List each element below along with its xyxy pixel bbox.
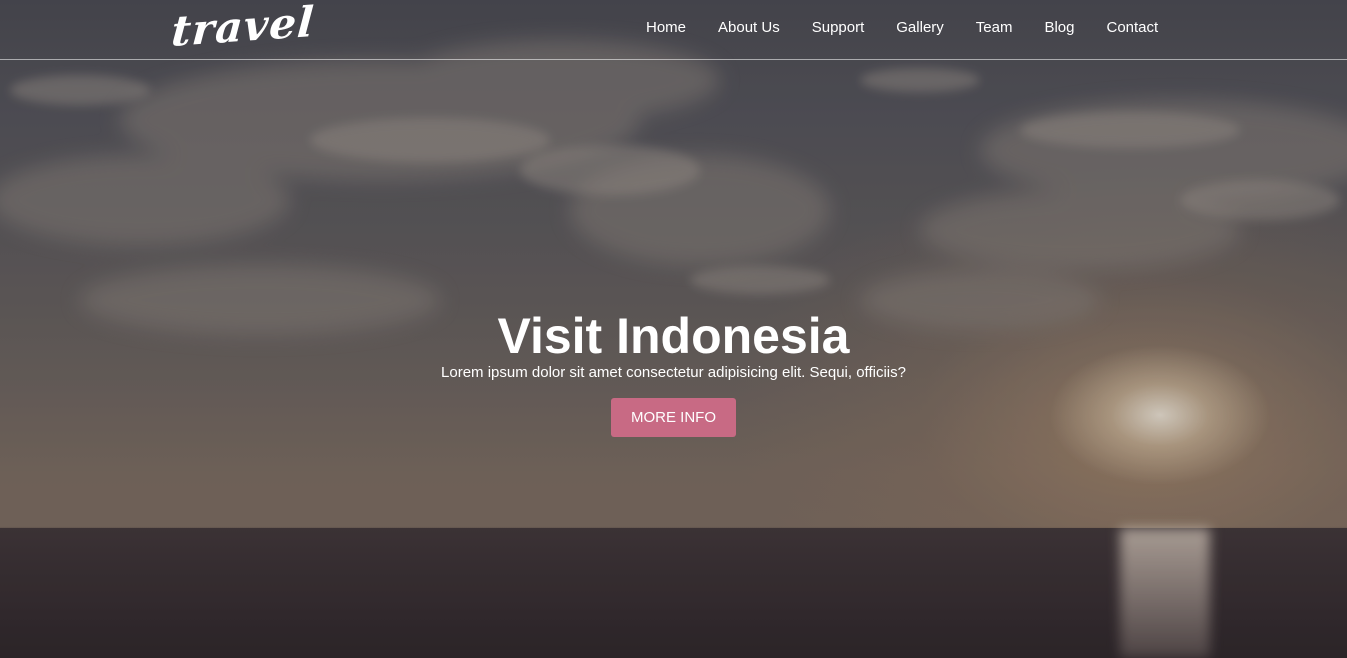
nav-link-about-us[interactable]: About Us [702, 18, 796, 38]
hero-subtitle: Lorem ipsum dolor sit amet consectetur a… [441, 364, 906, 381]
hero-section: travel Home About Us Support Gallery Tea… [0, 0, 1347, 658]
brand-logo[interactable]: travel [170, 0, 316, 57]
more-info-button[interactable]: MORE INFO [611, 398, 736, 437]
nav-link-team[interactable]: Team [960, 18, 1029, 38]
hero-content: Visit Indonesia Lorem ipsum dolor sit am… [0, 306, 1347, 437]
nav-link-support[interactable]: Support [796, 18, 881, 38]
nav-link-contact[interactable]: Contact [1091, 18, 1175, 38]
nav-link-home[interactable]: Home [630, 18, 702, 38]
nav-link-gallery[interactable]: Gallery [880, 18, 960, 38]
nav-links: Home About Us Support Gallery Team Blog … [630, 0, 1174, 59]
nav-link-blog[interactable]: Blog [1028, 18, 1090, 38]
top-navbar: travel Home About Us Support Gallery Tea… [0, 0, 1347, 60]
hero-title: Visit Indonesia [497, 308, 850, 364]
